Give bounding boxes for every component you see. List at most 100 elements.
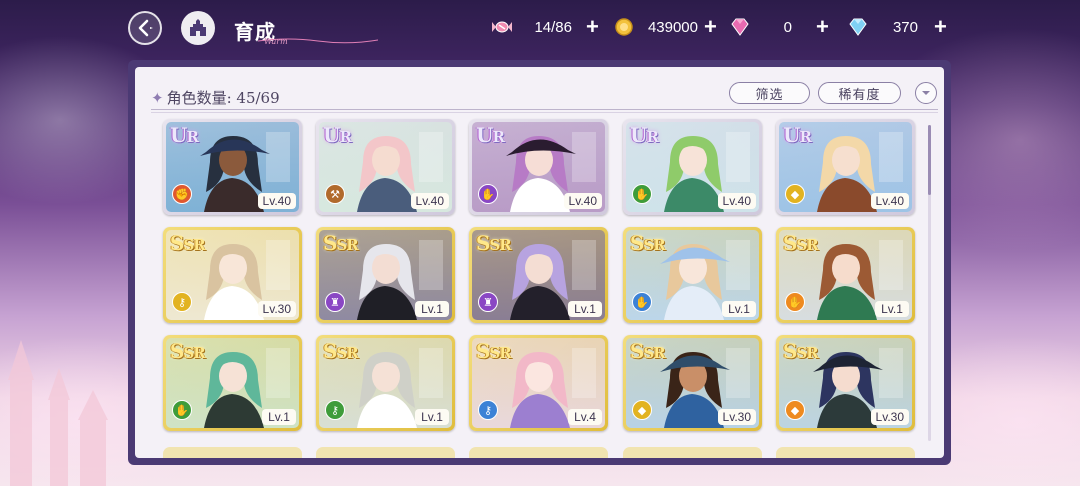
level-label: Lv.1	[875, 301, 909, 317]
character-portrait: SSR ◆ Lv.30	[626, 338, 759, 428]
character-card[interactable]: UR ✋ Lv.40	[469, 119, 608, 215]
key-icon: ⚷	[172, 292, 192, 312]
character-card[interactable]: SSR ✋ Lv.1	[163, 335, 302, 431]
level-label: Lv.40	[717, 193, 756, 209]
coin-icon	[612, 15, 636, 39]
character-card-partial[interactable]	[163, 447, 302, 458]
character-card[interactable]: SSR ⚷ Lv.4	[469, 335, 608, 431]
character-portrait: UR ✋ Lv.40	[472, 122, 605, 212]
rarity-letter: U	[170, 123, 187, 147]
character-card[interactable]: UR ✋ Lv.40	[623, 119, 762, 215]
back-arrow-icon	[138, 19, 153, 37]
candy-add-button[interactable]: +	[586, 16, 599, 38]
diamond-resource: 370 +	[846, 15, 956, 39]
rarity-letters: R	[799, 128, 812, 146]
back-button[interactable]	[128, 11, 162, 45]
coin-add-button[interactable]: +	[704, 16, 717, 38]
hammer-icon: ⚒	[325, 184, 345, 204]
scrollbar-thumb[interactable]	[928, 125, 931, 195]
sort-rarity-button[interactable]: 稀有度	[818, 82, 901, 104]
header-divider-secondary	[151, 112, 938, 113]
sort-direction-button[interactable]	[915, 82, 937, 104]
rarity-letter: S	[630, 231, 644, 255]
sparkle-icon: ✦	[151, 89, 164, 107]
diamond-value: 370	[892, 18, 918, 36]
character-portrait: SSR ◆ Lv.30	[779, 338, 912, 428]
character-card[interactable]: SSR ⚷ Lv.1	[316, 335, 455, 431]
level-label: Lv.30	[717, 409, 756, 425]
rarity-badge: SSR	[170, 231, 206, 255]
hand-icon: ✋	[172, 400, 192, 420]
hand-icon: ✋	[478, 184, 498, 204]
fist-icon: ✊	[172, 184, 192, 204]
rarity-letters: R	[646, 128, 659, 146]
character-card[interactable]: SSR ◆ Lv.30	[623, 335, 762, 431]
character-count-text: 角色数量: 45/69	[166, 89, 280, 107]
rarity-badge: SSR	[476, 339, 512, 363]
rarity-letter: S	[323, 231, 337, 255]
level-label: Lv.30	[257, 301, 296, 317]
character-portrait: SSR ⚷ Lv.1	[319, 338, 452, 428]
diamond-icon	[846, 15, 870, 39]
character-card[interactable]: SSR ♜ Lv.1	[316, 227, 455, 323]
pink-gem-add-button[interactable]: +	[816, 16, 829, 38]
character-card[interactable]: SSR ◆ Lv.30	[776, 335, 915, 431]
rarity-letters: SR	[489, 236, 511, 254]
level-label: Lv.1	[415, 301, 449, 317]
level-label: Lv.40	[870, 193, 909, 209]
rarity-badge: SSR	[783, 339, 819, 363]
character-portrait: UR ⚒ Lv.40	[319, 122, 452, 212]
hand-icon: ✋	[632, 184, 652, 204]
level-label: Lv.40	[410, 193, 449, 209]
rarity-badge: SSR	[323, 231, 359, 255]
level-label: Lv.4	[568, 409, 602, 425]
character-card[interactable]: UR ✊ Lv.40	[163, 119, 302, 215]
character-portrait: SSR ⚷ Lv.30	[166, 230, 299, 320]
svg-text:Warm: Warm	[264, 37, 288, 45]
pink-gem-resource: 0 +	[728, 15, 838, 39]
bag-icon: ◆	[632, 400, 652, 420]
character-card-partial[interactable]	[623, 447, 762, 458]
rarity-letters: SR	[183, 344, 205, 362]
character-card-partial[interactable]	[469, 447, 608, 458]
rarity-letter: S	[476, 339, 490, 363]
character-panel-inner: ✦ 角色数量: 45/69 筛选 稀有度 UR ✊ Lv.40 UR ⚒ Lv.…	[135, 67, 944, 458]
character-card-partial[interactable]	[776, 447, 915, 458]
character-card[interactable]: SSR ✋ Lv.1	[623, 227, 762, 323]
pink-gem-value: 0	[783, 18, 792, 36]
rarity-badge: UR	[476, 123, 505, 147]
character-card[interactable]: UR ⚒ Lv.40	[316, 119, 455, 215]
rarity-letters: SR	[643, 344, 665, 362]
character-card[interactable]: SSR ♜ Lv.1	[469, 227, 608, 323]
level-label: Lv.1	[722, 301, 756, 317]
character-card[interactable]: UR ◆ Lv.40	[776, 119, 915, 215]
character-card[interactable]: SSR ⚷ Lv.30	[163, 227, 302, 323]
rarity-letter: S	[170, 339, 184, 363]
character-card-partial[interactable]	[316, 447, 455, 458]
rarity-letters: SR	[643, 236, 665, 254]
rarity-letter: S	[783, 231, 797, 255]
level-label: Lv.30	[870, 409, 909, 425]
rarity-letter: U	[323, 123, 340, 147]
rarity-badge: UR	[630, 123, 659, 147]
filter-button[interactable]: 筛选	[729, 82, 810, 104]
diamond-add-button[interactable]: +	[934, 16, 947, 38]
hand-icon: ✋	[785, 292, 805, 312]
rarity-letter: U	[630, 123, 647, 147]
key-icon: ⚷	[325, 400, 345, 420]
rarity-letters: SR	[336, 236, 358, 254]
character-portrait: UR ✊ Lv.40	[166, 122, 299, 212]
hand-icon: ✋	[632, 292, 652, 312]
rarity-letter: S	[783, 339, 797, 363]
header-divider	[151, 109, 938, 110]
rarity-badge: SSR	[170, 339, 206, 363]
rarity-badge: UR	[783, 123, 812, 147]
character-card[interactable]: SSR ✋ Lv.1	[776, 227, 915, 323]
character-portrait: SSR ✋ Lv.1	[626, 230, 759, 320]
rarity-letter: S	[170, 231, 184, 255]
rarity-letter: S	[630, 339, 644, 363]
home-castle-icon	[190, 19, 206, 36]
rarity-letter: S	[476, 231, 490, 255]
coin-value: 439000	[647, 18, 698, 36]
home-button[interactable]	[181, 11, 215, 45]
